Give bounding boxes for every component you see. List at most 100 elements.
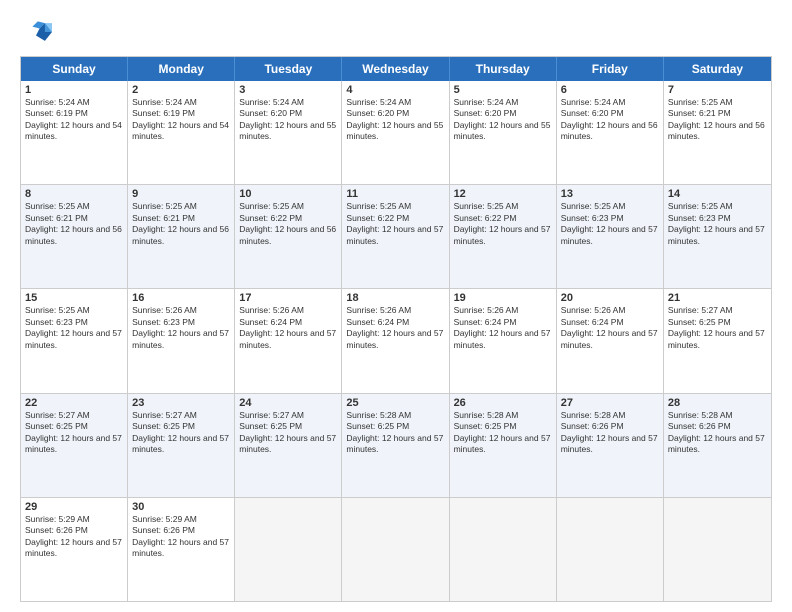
sunset: Sunset: 6:25 PM	[25, 421, 123, 432]
calendar-cell: 22Sunrise: 5:27 AMSunset: 6:25 PMDayligh…	[21, 394, 128, 497]
sunrise: Sunrise: 5:24 AM	[346, 97, 444, 108]
sunset: Sunset: 6:25 PM	[239, 421, 337, 432]
calendar-cell: 3Sunrise: 5:24 AMSunset: 6:20 PMDaylight…	[235, 81, 342, 184]
day-number: 12	[454, 188, 552, 200]
calendar-cell: 19Sunrise: 5:26 AMSunset: 6:24 PMDayligh…	[450, 289, 557, 392]
header-day: Thursday	[450, 57, 557, 81]
day-number: 18	[346, 292, 444, 304]
calendar-cell: 28Sunrise: 5:28 AMSunset: 6:26 PMDayligh…	[664, 394, 771, 497]
daylight-label: Daylight: 12 hours and 57 minutes.	[561, 433, 659, 456]
day-number: 5	[454, 84, 552, 96]
day-number: 25	[346, 397, 444, 409]
calendar-cell: 27Sunrise: 5:28 AMSunset: 6:26 PMDayligh…	[557, 394, 664, 497]
sunrise: Sunrise: 5:25 AM	[668, 97, 767, 108]
sunrise: Sunrise: 5:26 AM	[561, 305, 659, 316]
sunrise: Sunrise: 5:24 AM	[25, 97, 123, 108]
calendar-cell: 8Sunrise: 5:25 AMSunset: 6:21 PMDaylight…	[21, 185, 128, 288]
header-day: Wednesday	[342, 57, 449, 81]
daylight-label: Daylight: 12 hours and 57 minutes.	[454, 328, 552, 351]
day-number: 11	[346, 188, 444, 200]
daylight-label: Daylight: 12 hours and 57 minutes.	[239, 433, 337, 456]
calendar-cell: 2Sunrise: 5:24 AMSunset: 6:19 PMDaylight…	[128, 81, 235, 184]
daylight-label: Daylight: 12 hours and 54 minutes.	[25, 120, 123, 143]
sunset: Sunset: 6:25 PM	[454, 421, 552, 432]
calendar-cell: 1Sunrise: 5:24 AMSunset: 6:19 PMDaylight…	[21, 81, 128, 184]
calendar-cell: 9Sunrise: 5:25 AMSunset: 6:21 PMDaylight…	[128, 185, 235, 288]
calendar-cell: 11Sunrise: 5:25 AMSunset: 6:22 PMDayligh…	[342, 185, 449, 288]
sunrise: Sunrise: 5:28 AM	[561, 410, 659, 421]
day-number: 26	[454, 397, 552, 409]
calendar-cell: 17Sunrise: 5:26 AMSunset: 6:24 PMDayligh…	[235, 289, 342, 392]
sunrise: Sunrise: 5:25 AM	[239, 201, 337, 212]
header-day: Saturday	[664, 57, 771, 81]
sunrise: Sunrise: 5:27 AM	[132, 410, 230, 421]
daylight-label: Daylight: 12 hours and 54 minutes.	[132, 120, 230, 143]
calendar-cell: 18Sunrise: 5:26 AMSunset: 6:24 PMDayligh…	[342, 289, 449, 392]
sunset: Sunset: 6:20 PM	[239, 108, 337, 119]
daylight-label: Daylight: 12 hours and 57 minutes.	[454, 433, 552, 456]
sunrise: Sunrise: 5:24 AM	[454, 97, 552, 108]
calendar-cell: 5Sunrise: 5:24 AMSunset: 6:20 PMDaylight…	[450, 81, 557, 184]
calendar-cell: 14Sunrise: 5:25 AMSunset: 6:23 PMDayligh…	[664, 185, 771, 288]
sunset: Sunset: 6:23 PM	[25, 317, 123, 328]
sunrise: Sunrise: 5:24 AM	[239, 97, 337, 108]
calendar-cell: 12Sunrise: 5:25 AMSunset: 6:22 PMDayligh…	[450, 185, 557, 288]
calendar-body: 1Sunrise: 5:24 AMSunset: 6:19 PMDaylight…	[21, 81, 771, 601]
header-day: Tuesday	[235, 57, 342, 81]
sunset: Sunset: 6:24 PM	[561, 317, 659, 328]
day-number: 4	[346, 84, 444, 96]
calendar-cell: 20Sunrise: 5:26 AMSunset: 6:24 PMDayligh…	[557, 289, 664, 392]
daylight-label: Daylight: 12 hours and 57 minutes.	[346, 224, 444, 247]
calendar-cell: 23Sunrise: 5:27 AMSunset: 6:25 PMDayligh…	[128, 394, 235, 497]
calendar-cell	[235, 498, 342, 601]
daylight-label: Daylight: 12 hours and 57 minutes.	[454, 224, 552, 247]
sunrise: Sunrise: 5:27 AM	[239, 410, 337, 421]
day-number: 23	[132, 397, 230, 409]
day-number: 1	[25, 84, 123, 96]
daylight-label: Daylight: 12 hours and 57 minutes.	[346, 328, 444, 351]
sunset: Sunset: 6:22 PM	[454, 213, 552, 224]
day-number: 29	[25, 501, 123, 513]
day-number: 7	[668, 84, 767, 96]
sunset: Sunset: 6:21 PM	[132, 213, 230, 224]
daylight-label: Daylight: 12 hours and 57 minutes.	[561, 328, 659, 351]
daylight-label: Daylight: 12 hours and 57 minutes.	[668, 224, 767, 247]
sunrise: Sunrise: 5:25 AM	[25, 305, 123, 316]
day-number: 27	[561, 397, 659, 409]
logo-icon	[20, 16, 52, 48]
daylight-label: Daylight: 12 hours and 57 minutes.	[132, 328, 230, 351]
sunrise: Sunrise: 5:24 AM	[561, 97, 659, 108]
sunrise: Sunrise: 5:25 AM	[132, 201, 230, 212]
day-number: 20	[561, 292, 659, 304]
calendar: SundayMondayTuesdayWednesdayThursdayFrid…	[20, 56, 772, 602]
day-number: 15	[25, 292, 123, 304]
header-day: Monday	[128, 57, 235, 81]
sunset: Sunset: 6:20 PM	[346, 108, 444, 119]
sunset: Sunset: 6:25 PM	[668, 317, 767, 328]
day-number: 6	[561, 84, 659, 96]
sunrise: Sunrise: 5:25 AM	[346, 201, 444, 212]
sunrise: Sunrise: 5:25 AM	[668, 201, 767, 212]
sunrise: Sunrise: 5:26 AM	[454, 305, 552, 316]
header-day: Sunday	[21, 57, 128, 81]
sunset: Sunset: 6:19 PM	[25, 108, 123, 119]
sunrise: Sunrise: 5:26 AM	[132, 305, 230, 316]
logo	[20, 16, 56, 48]
day-number: 19	[454, 292, 552, 304]
daylight-label: Daylight: 12 hours and 57 minutes.	[132, 537, 230, 560]
day-number: 30	[132, 501, 230, 513]
day-number: 9	[132, 188, 230, 200]
sunset: Sunset: 6:24 PM	[239, 317, 337, 328]
daylight-label: Daylight: 12 hours and 57 minutes.	[25, 328, 123, 351]
calendar-row: 8Sunrise: 5:25 AMSunset: 6:21 PMDaylight…	[21, 185, 771, 289]
calendar-cell: 30Sunrise: 5:29 AMSunset: 6:26 PMDayligh…	[128, 498, 235, 601]
sunset: Sunset: 6:26 PM	[561, 421, 659, 432]
day-number: 17	[239, 292, 337, 304]
day-number: 21	[668, 292, 767, 304]
sunset: Sunset: 6:20 PM	[454, 108, 552, 119]
calendar-header: SundayMondayTuesdayWednesdayThursdayFrid…	[21, 57, 771, 81]
sunset: Sunset: 6:26 PM	[25, 525, 123, 536]
sunset: Sunset: 6:24 PM	[454, 317, 552, 328]
daylight-label: Daylight: 12 hours and 57 minutes.	[561, 224, 659, 247]
daylight-label: Daylight: 12 hours and 57 minutes.	[668, 433, 767, 456]
